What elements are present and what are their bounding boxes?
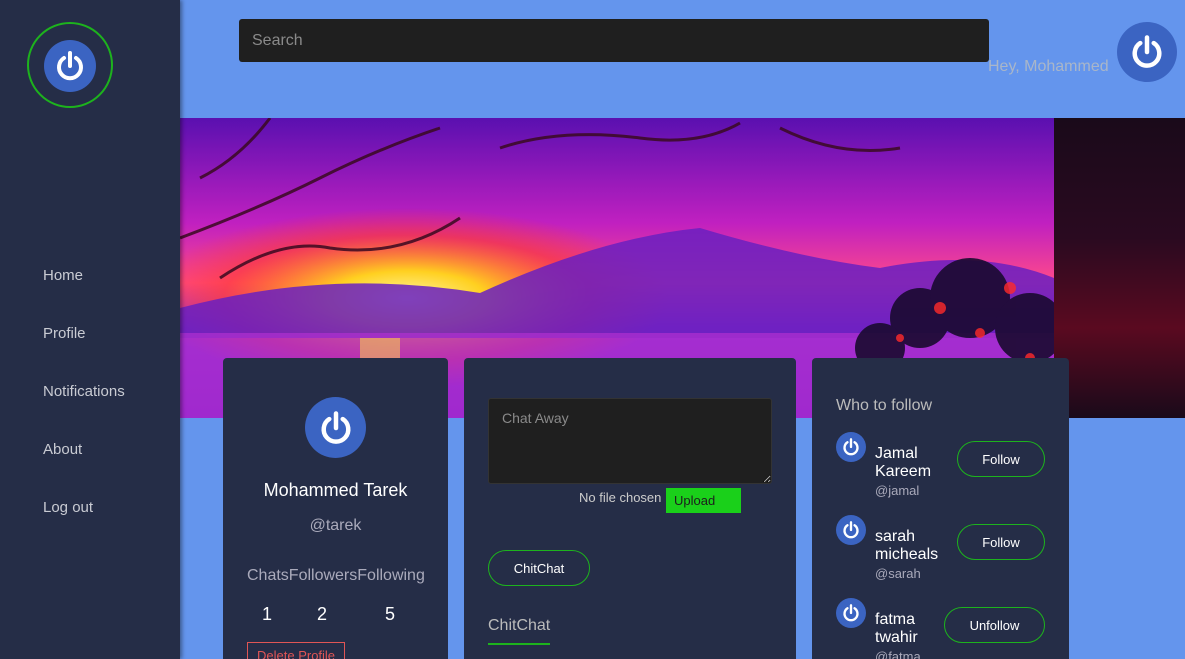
stat-label-followers: Followers <box>288 567 358 584</box>
profile-avatar <box>305 397 366 458</box>
sidebar-item-profile[interactable]: Profile <box>43 325 125 383</box>
profile-stats-labels: Chats Followers Following <box>247 567 425 585</box>
stat-label-chats: Chats <box>247 567 289 584</box>
stat-label-following: Following <box>357 567 425 584</box>
logo[interactable] <box>27 22 113 108</box>
sidebar-item-logout[interactable]: Log out <box>43 499 125 557</box>
follow-item: Jamal Kareem @jamal Follow <box>836 432 1046 502</box>
follow-handle: @sarah <box>875 566 921 581</box>
cover-image-strip <box>1054 118 1185 418</box>
follow-handle: @fatma <box>875 649 921 659</box>
follow-name[interactable]: Jamal Kareem <box>875 445 955 481</box>
follow-button[interactable]: Follow <box>957 524 1045 560</box>
search-input[interactable] <box>239 19 989 62</box>
who-to-follow-card: Who to follow Jamal Kareem @jamal Follow… <box>812 358 1069 659</box>
follow-button[interactable]: Follow <box>957 441 1045 477</box>
follow-item: fatma twahir @fatma Unfollow <box>836 598 1046 659</box>
chat-card: No file chosen Upload ChitChat ChitChat <box>464 358 796 659</box>
follow-avatar[interactable] <box>836 598 866 628</box>
greeting-text: Hey, Mohammed <box>988 58 1109 75</box>
sidebar-item-home[interactable]: Home <box>43 267 125 325</box>
power-icon <box>44 40 96 92</box>
delete-profile-button[interactable]: Delete Profile <box>247 642 346 659</box>
file-status: No file chosen <box>579 490 662 505</box>
follow-item: sarah micheals @sarah Follow <box>836 515 1046 585</box>
follow-name[interactable]: sarah micheals <box>875 528 955 564</box>
stat-value-chats: 1 <box>262 604 273 624</box>
tab-chitchat[interactable]: ChitChat <box>488 617 551 645</box>
upload-button[interactable]: Upload <box>666 488 741 513</box>
user-avatar[interactable] <box>1117 22 1177 82</box>
who-to-follow-title: Who to follow <box>836 397 933 414</box>
sidebar-item-about[interactable]: About <box>43 441 125 499</box>
unfollow-button[interactable]: Unfollow <box>944 607 1045 643</box>
follow-avatar[interactable] <box>836 515 866 545</box>
sidebar-nav: Home Profile Notifications About Log out <box>43 267 125 557</box>
follow-handle: @jamal <box>875 483 920 498</box>
sidebar-item-notifications[interactable]: Notifications <box>43 383 125 441</box>
stat-value-following: 5 <box>385 604 396 624</box>
chat-input[interactable] <box>488 398 772 484</box>
chitchat-submit-button[interactable]: ChitChat <box>488 550 590 586</box>
follow-name[interactable]: fatma twahir <box>875 611 955 647</box>
profile-card: Mohammed Tarek @tarek Chats Followers Fo… <box>223 358 448 659</box>
sidebar: Home Profile Notifications About Log out <box>0 0 180 659</box>
profile-handle: @tarek <box>309 517 362 534</box>
stat-value-followers: 2 <box>317 604 328 624</box>
follow-avatar[interactable] <box>836 432 866 462</box>
profile-name: Mohammed Tarek <box>263 480 408 500</box>
